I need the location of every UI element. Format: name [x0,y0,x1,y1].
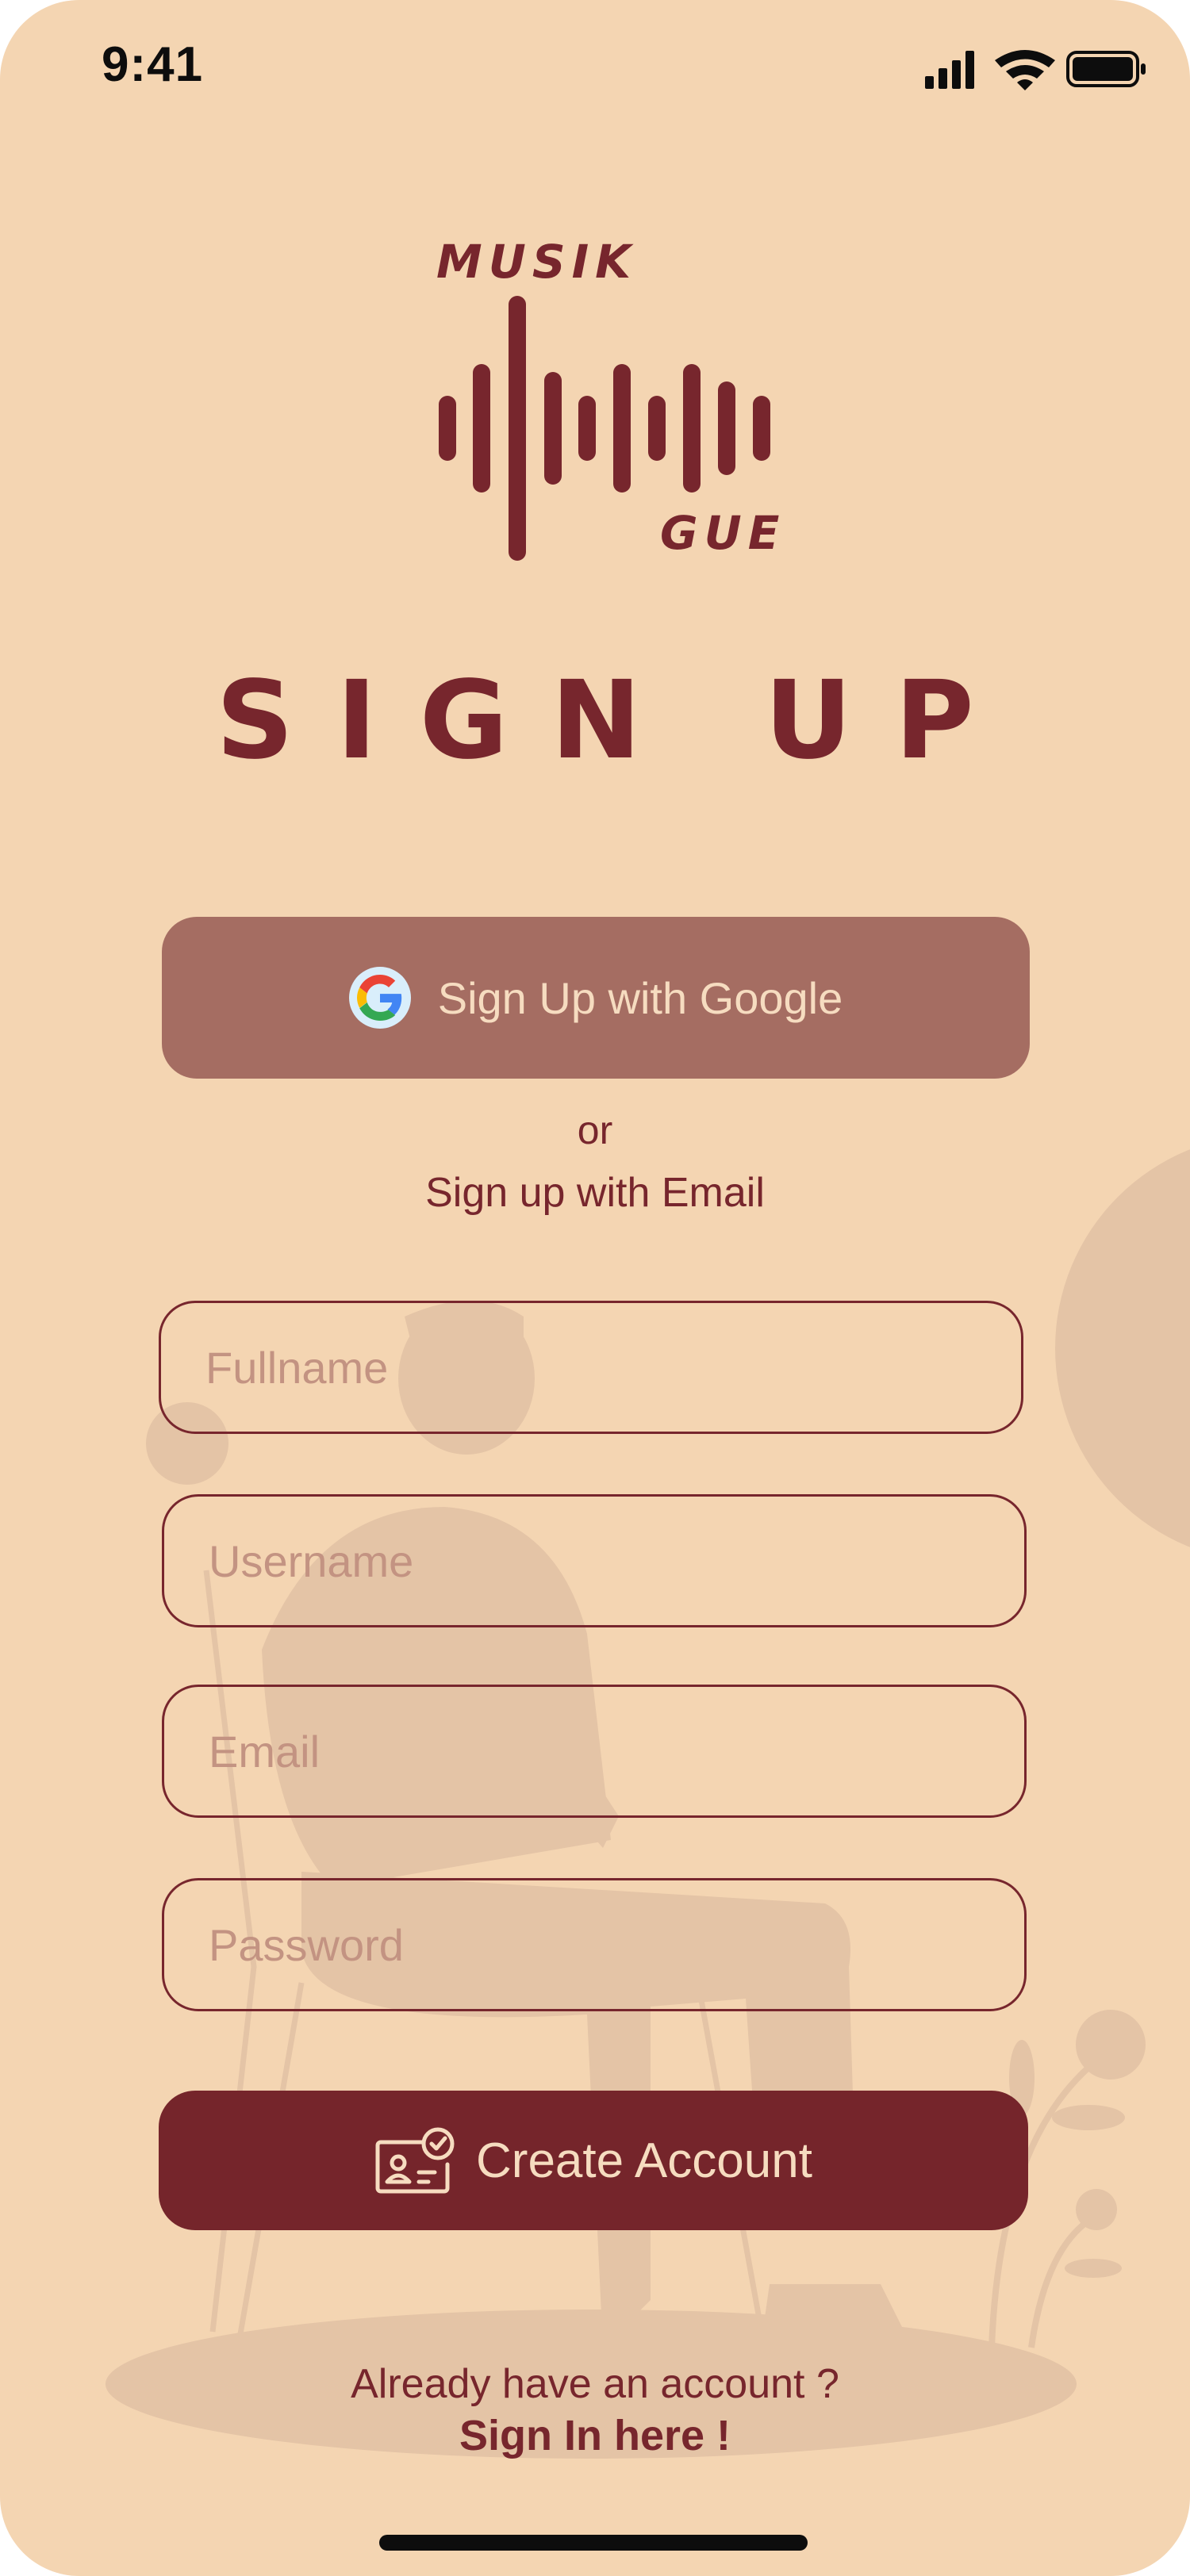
signal-icon [925,51,974,89]
google-signup-button[interactable]: Sign Up with Google [162,917,1030,1079]
wifi-icon [995,50,1055,90]
email-signup-caption: Sign up with Email [425,1170,765,1216]
app-logo: MUSIK GUE [428,230,793,579]
status-time: 9:41 [102,37,204,92]
email-field[interactable] [162,1685,1027,1818]
home-indicator [379,2535,808,2551]
password-field[interactable] [162,1878,1027,2011]
logo-word-bottom: GUE [660,506,786,560]
page-title: SIGN UP [216,658,1017,784]
signin-link[interactable]: Sign In here ! [0,2411,1190,2460]
logo-word-top: MUSIK [436,235,638,289]
fullname-field[interactable] [159,1301,1023,1434]
signin-prompt: Already have an account ? [351,2361,839,2407]
create-account-label: Create Account [476,2133,812,2188]
status-icons [925,50,1146,90]
signup-screen: 9:41 MUSIK GUE SIGN UP Sign Up with Goog… [0,0,1190,2576]
or-divider: or [577,1108,613,1152]
username-field[interactable] [162,1494,1027,1627]
id-card-check-icon [375,2127,455,2194]
google-signup-label: Sign Up with Google [437,972,843,1023]
create-account-button[interactable]: Create Account [159,2091,1028,2230]
battery-icon [1066,51,1146,87]
google-icon [348,967,411,1029]
